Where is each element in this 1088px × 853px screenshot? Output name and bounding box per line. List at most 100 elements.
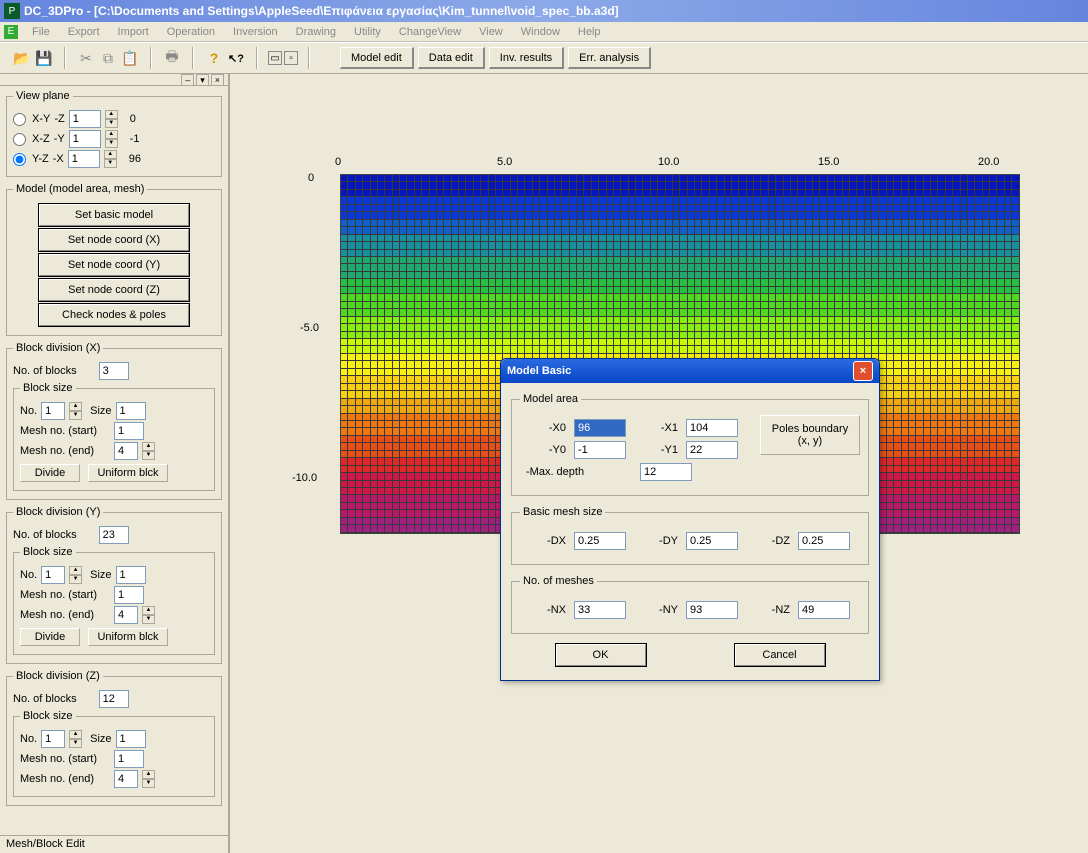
input-nz[interactable] [798,601,850,619]
radio-xy[interactable] [13,113,26,126]
dlg-mesh-legend: Basic mesh size [520,506,605,518]
panel-pushpin-icon[interactable]: ▾ [196,74,209,86]
input-y1[interactable] [686,441,738,459]
dlg-model-area: Model area -X0 -X1 -Y0 -Y1 [511,393,869,496]
panel-tab[interactable]: Mesh/Block Edit [0,835,228,853]
dialog-close-icon[interactable]: × [853,361,873,381]
save-icon[interactable]: 💾 [34,48,54,68]
copy-icon[interactable]: ⧉ [98,48,118,68]
bdz-nblk[interactable] [99,690,129,708]
panel-close-icon[interactable]: × [211,74,224,86]
btn-poles-boundary[interactable]: Poles boundary (x, y) [760,415,860,455]
input-dy[interactable] [686,532,738,550]
whatsthis-icon[interactable]: ↖? [226,48,246,68]
bdz-no[interactable] [41,730,65,748]
bdz-no-lbl: No. [20,733,37,745]
panel-minimize-icon[interactable]: – [181,74,194,86]
bdx-divide[interactable]: Divide [20,464,80,482]
bdy-me-lbl: Mesh no. (end) [20,609,110,621]
bdy-ms[interactable] [114,586,144,604]
menu-file[interactable]: File [24,24,58,40]
bdx-uniform[interactable]: Uniform blck [88,464,168,482]
print-icon[interactable]: 🖶 [162,48,182,68]
open-icon[interactable]: 📂 [12,48,32,68]
btn-set-node-x[interactable]: Set node coord (X) [39,229,189,251]
bdx-ms[interactable] [114,422,144,440]
menu-operation[interactable]: Operation [159,24,223,40]
bdx-size[interactable] [116,402,146,420]
input-xz-val[interactable] [69,130,101,148]
spin-bdx-no[interactable]: ▲▼ [69,402,82,420]
bdy-me[interactable] [114,606,138,624]
menu-utility[interactable]: Utility [346,24,389,40]
zoom-out-icon[interactable]: ▫ [284,51,298,65]
spin-bdz-me[interactable]: ▲▼ [142,770,155,788]
spin-bdz-no[interactable]: ▲▼ [69,730,82,748]
btn-set-node-y[interactable]: Set node coord (Y) [39,254,189,276]
radio-xz[interactable] [13,133,26,146]
bdy-size[interactable] [116,566,146,584]
input-dx[interactable] [574,532,626,550]
input-x0[interactable] [574,419,626,437]
lbl-nz: -NZ [744,604,792,616]
bdy-ms-lbl: Mesh no. (start) [20,589,110,601]
input-ny[interactable] [686,601,738,619]
bdx-legend: Block division (X) [13,342,103,354]
paste-icon[interactable]: 📋 [120,48,140,68]
out-yz: 96 [129,153,141,165]
input-dz[interactable] [798,532,850,550]
bdy-no[interactable] [41,566,65,584]
bdz-size[interactable] [116,730,146,748]
label-xy: X-Y [32,113,50,125]
menu-view[interactable]: View [471,24,511,40]
bdx-size-legend: Block size [20,382,76,394]
bdy-divide[interactable]: Divide [20,628,80,646]
menu-export[interactable]: Export [60,24,108,40]
menu-changeview[interactable]: ChangeView [391,24,469,40]
dlg-nmesh-legend: No. of meshes [520,575,597,587]
menu-drawing[interactable]: Drawing [288,24,344,40]
bdz-me[interactable] [114,770,138,788]
lbl-dx: -DX [520,535,568,547]
btn-check-nodes[interactable]: Check nodes & poles [39,304,189,326]
bdz-ms[interactable] [114,750,144,768]
input-nx[interactable] [574,601,626,619]
spin-bdy-me[interactable]: ▲▼ [142,606,155,624]
radio-yz[interactable] [13,153,26,166]
xtick-5: 5.0 [497,156,512,168]
toolbar-sep [192,47,194,69]
spin-xz[interactable]: ▲▼ [105,130,118,148]
menu-help[interactable]: Help [570,24,609,40]
input-y0[interactable] [574,441,626,459]
bdx-nblk[interactable] [99,362,129,380]
btn-cancel[interactable]: Cancel [735,644,825,666]
toolbar-sep [256,47,258,69]
spin-xy[interactable]: ▲▼ [105,110,118,128]
mode-err-analysis[interactable]: Err. analysis [568,47,651,69]
btn-set-basic-model[interactable]: Set basic model [39,204,189,226]
mode-data-edit[interactable]: Data edit [418,47,485,69]
bdy-nblk[interactable] [99,526,129,544]
spin-bdy-no[interactable]: ▲▼ [69,566,82,584]
bdx-me[interactable] [114,442,138,460]
spin-bdx-me[interactable]: ▲▼ [142,442,155,460]
bdz-nblk-lbl: No. of blocks [13,693,77,705]
zoom-in-icon[interactable]: ▭ [268,51,282,65]
btn-set-node-z[interactable]: Set node coord (Z) [39,279,189,301]
menu-window[interactable]: Window [513,24,568,40]
cut-icon[interactable]: ✂ [76,48,96,68]
mode-inv-results[interactable]: Inv. results [489,47,564,69]
bdy-uniform[interactable]: Uniform blck [88,628,168,646]
mode-model-edit[interactable]: Model edit [340,47,414,69]
bdx-no[interactable] [41,402,65,420]
menu-inversion[interactable]: Inversion [225,24,286,40]
help-icon[interactable]: ? [204,48,224,68]
input-x1[interactable] [686,419,738,437]
input-depth[interactable] [640,463,692,481]
spin-yz[interactable]: ▲▼ [104,150,117,168]
input-xy-val[interactable] [69,110,101,128]
menu-import[interactable]: Import [110,24,157,40]
toolbar-sep [64,47,66,69]
btn-ok[interactable]: OK [556,644,646,666]
input-yz-val[interactable] [68,150,100,168]
